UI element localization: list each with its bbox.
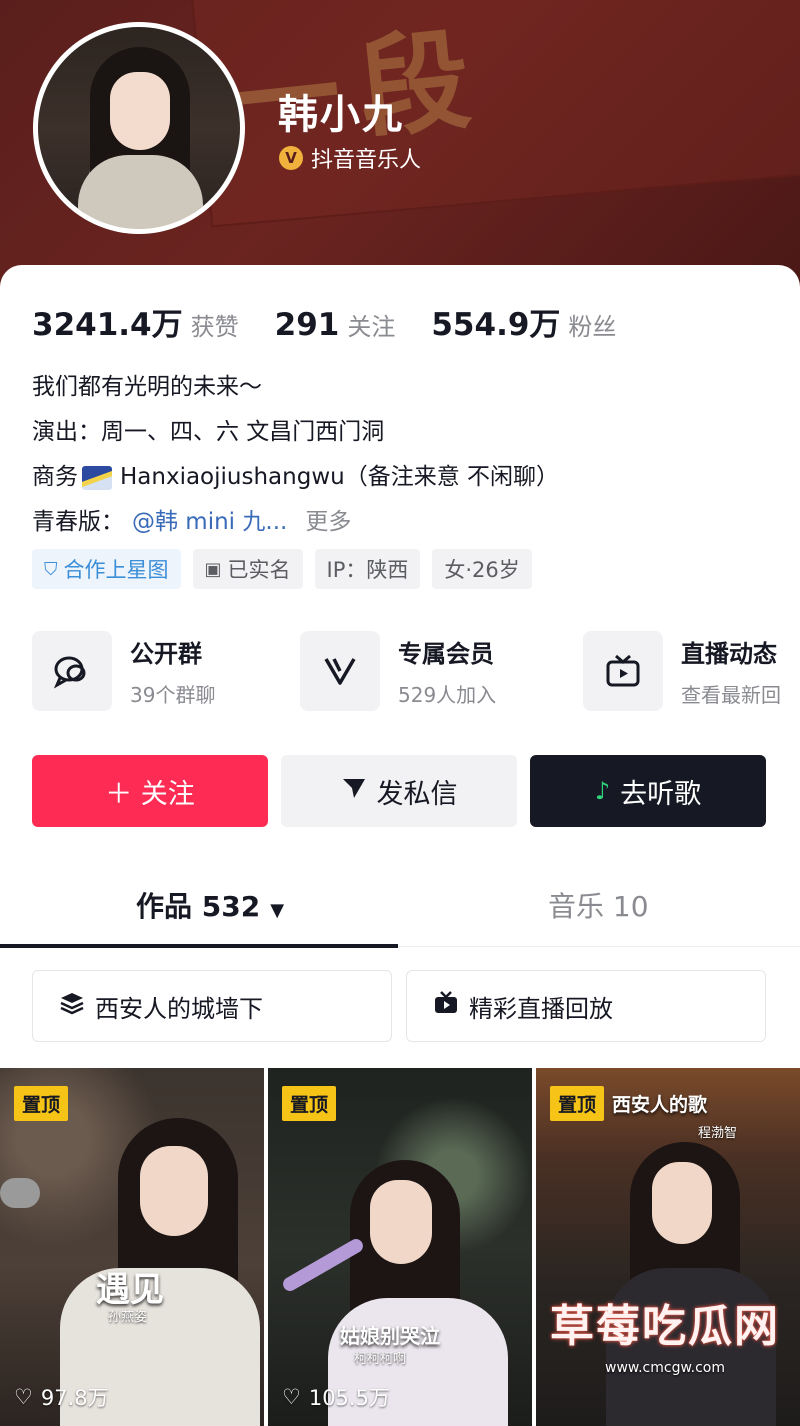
verified-label: 抖音音乐人 — [311, 148, 422, 173]
feature-title: 专属会员 — [398, 640, 494, 668]
stat-following[interactable]: 291 关注 — [275, 307, 396, 343]
feature-subtitle: 39个群聊 — [130, 683, 216, 707]
video-song-title: 遇见 — [96, 1270, 164, 1310]
stat-followers-label: 粉丝 — [568, 313, 617, 341]
stats-row: 3241.4万 获赞 291 关注 554.9万 粉丝 — [32, 299, 652, 344]
video-thumbnail[interactable]: 置顶 遇见 孙燕姿 ♡ 97.8万 — [0, 1068, 264, 1426]
feature-membership[interactable]: 专属会员 529人加入 — [300, 631, 496, 711]
music-note-icon: ♪ — [594, 777, 611, 805]
profile-card: 3241.4万 获赞 291 关注 554.9万 粉丝 我们都有光明的未来～ 演… — [0, 265, 800, 1426]
stat-followers-value: 554.9万 — [431, 307, 561, 343]
bio-youth-label: 青春版： — [32, 509, 124, 535]
video-song-title: 西安人的歌 — [612, 1094, 708, 1116]
id-card-icon: ▣ — [204, 558, 222, 580]
collection-label: 精彩直播回放 — [469, 994, 613, 1023]
tab-works[interactable]: 作品 532 ▼ — [136, 885, 284, 925]
feature-subtitle: 查看最新回 — [681, 683, 781, 707]
likes-count: 105.5万 — [308, 1386, 390, 1410]
verified-icon: V — [279, 146, 303, 170]
bio: 我们都有光明的未来～ 演出：周一、四、六 文昌门西门洞 商务 Hanxiaoji… — [32, 365, 559, 545]
flag-icon — [82, 465, 112, 490]
active-tab-indicator — [0, 944, 398, 948]
video-singer: 孙燕姿 — [108, 1310, 148, 1325]
heart-icon: ♡ — [282, 1385, 301, 1409]
collection-xian-walls[interactable]: 西安人的城墙下 — [32, 970, 392, 1042]
follow-button[interactable]: ＋ 关注 — [32, 755, 268, 827]
tag-verified-identity: ▣ 已实名 — [192, 549, 303, 589]
feature-live-updates[interactable]: 直播动态 查看最新回 — [583, 631, 781, 711]
listen-button-label: 去听歌 — [620, 778, 702, 810]
message-button[interactable]: 发私信 — [281, 755, 517, 827]
listen-music-button[interactable]: ♪ 去听歌 — [530, 755, 766, 827]
content-tabs: 作品 532 ▼ 音乐 10 — [0, 865, 800, 948]
stack-icon — [59, 991, 85, 1021]
tag-xingtu[interactable]: ⛉ 合作上星图 — [32, 549, 181, 589]
message-button-label: 发私信 — [376, 778, 458, 810]
tv-live-icon — [583, 631, 663, 711]
video-singer: 程渤智 — [698, 1126, 738, 1141]
v-member-icon — [300, 631, 380, 711]
feature-title: 公开群 — [130, 640, 202, 668]
feature-row: 公开群 39个群聊 专属会员 529人加入 直播动态 查看最新回 — [32, 631, 800, 715]
stat-likes: 3241.4万 获赞 — [32, 299, 239, 344]
avatar[interactable] — [33, 22, 245, 234]
bio-more-link[interactable]: 更多 — [305, 500, 351, 545]
pinned-badge: 置顶 — [282, 1086, 337, 1121]
tag-ip-location: IP：陕西 — [314, 549, 421, 589]
chat-bubbles-icon — [32, 631, 112, 711]
bio-line: 商务 Hanxiaojiushangwu（备注来意 不闲聊） — [32, 455, 559, 500]
star-map-icon: ⛉ — [44, 558, 58, 580]
video-likes: ♡ 97.8万 — [14, 1382, 109, 1412]
verified-badge: V 抖音音乐人 — [279, 142, 421, 174]
tab-music[interactable]: 音乐 10 — [548, 885, 649, 925]
pinned-badge: 置顶 — [550, 1086, 605, 1121]
feature-subtitle: 529人加入 — [398, 683, 497, 707]
send-icon — [341, 776, 367, 807]
collections-row: 西安人的城墙下 精彩直播回放 — [32, 970, 766, 1042]
live-replay-icon — [433, 991, 459, 1021]
stat-likes-value: 3241.4万 — [32, 307, 183, 343]
tag-label: IP：陕西 — [326, 558, 409, 582]
watermark-url: www.cmcgw.com — [605, 1360, 725, 1376]
video-thumbnail[interactable]: 置顶 姑娘别哭泣 柯柯柯啊 ♡ 105.5万 — [268, 1068, 532, 1426]
video-singer: 柯柯柯啊 — [354, 1352, 407, 1367]
tag-label: 已实名 — [227, 558, 291, 582]
likes-count: 97.8万 — [40, 1386, 109, 1410]
stat-following-value: 291 — [274, 307, 340, 343]
pinned-badge: 置顶 — [14, 1086, 69, 1121]
avatar-image — [38, 27, 240, 229]
action-buttons: ＋ 关注 发私信 ♪ 去听歌 — [32, 755, 766, 827]
stat-likes-label: 获赞 — [190, 313, 239, 341]
profile-tags: ⛉ 合作上星图 ▣ 已实名 IP：陕西 女·26岁 — [32, 549, 532, 589]
bio-line: 演出：周一、四、六 文昌门西门洞 — [32, 419, 385, 445]
bio-line: 我们都有光明的未来～ — [32, 374, 262, 400]
collection-label: 西安人的城墙下 — [95, 994, 263, 1023]
tag-label: 女·26岁 — [444, 558, 520, 582]
stat-followers[interactable]: 554.9万 粉丝 — [431, 299, 616, 344]
collection-live-replay[interactable]: 精彩直播回放 — [406, 970, 766, 1042]
feature-public-group[interactable]: 公开群 39个群聊 — [32, 631, 215, 711]
video-song-title: 姑娘别哭泣 — [340, 1324, 440, 1348]
feature-title: 直播动态 — [681, 640, 777, 668]
tag-gender-age: 女·26岁 — [432, 549, 532, 589]
mention-link[interactable]: @韩 mini 九... — [132, 500, 287, 545]
video-likes: ♡ 105.5万 — [282, 1382, 390, 1412]
caret-down-icon: ▼ — [270, 900, 285, 921]
heart-icon: ♡ — [14, 1385, 33, 1409]
tag-label: 合作上星图 — [63, 558, 169, 582]
profile-name: 韩小九 — [278, 92, 404, 138]
stat-following-label: 关注 — [347, 313, 396, 341]
watermark-title: 草莓吃瓜网 — [550, 1301, 780, 1352]
bio-line: 青春版： @韩 mini 九... 更多 — [32, 500, 559, 545]
bio-business-contact: Hanxiaojiushangwu（备注来意 不闲聊） — [120, 464, 560, 490]
tab-works-label: 作品 532 — [136, 890, 261, 923]
site-watermark: 草莓吃瓜网 www.cmcgw.com — [550, 1290, 780, 1376]
bio-business-label: 商务 — [32, 464, 78, 490]
